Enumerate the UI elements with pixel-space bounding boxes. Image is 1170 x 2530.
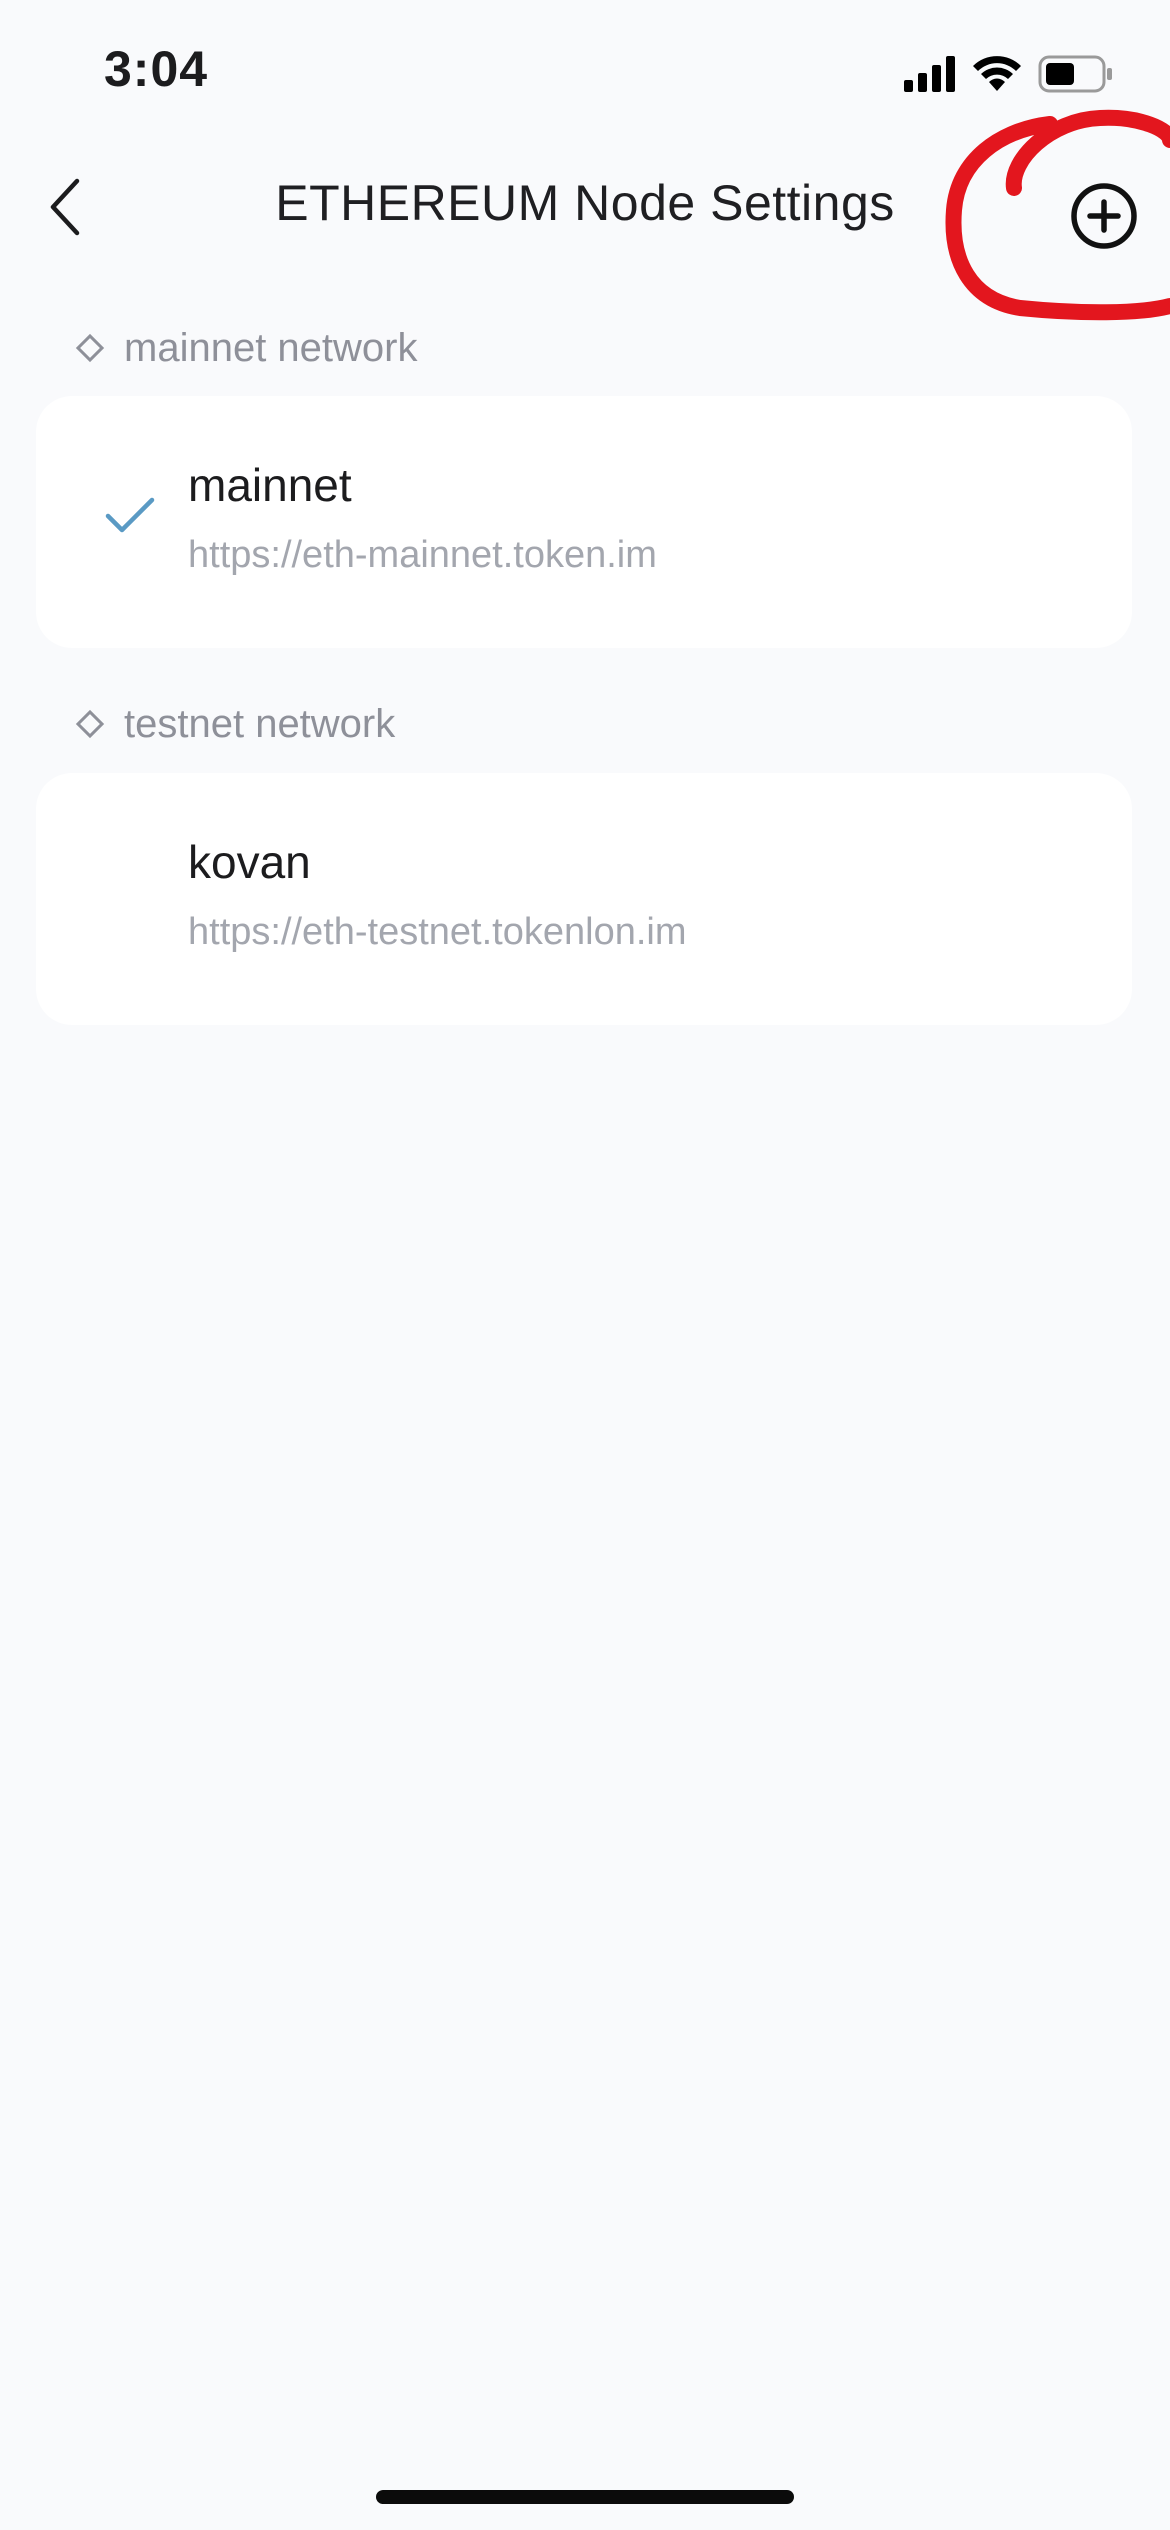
section-label: testnet network xyxy=(124,701,396,746)
node-name: mainnet xyxy=(188,459,352,511)
section-header-testnet: testnet network xyxy=(75,694,396,754)
status-icons xyxy=(904,52,1114,96)
status-bar: 3:04 xyxy=(0,0,1170,150)
add-node-button[interactable] xyxy=(1064,176,1144,256)
status-time: 3:04 xyxy=(104,41,209,97)
plus-circle-icon xyxy=(1071,183,1137,249)
nav-bar: ETHEREUM Node Settings xyxy=(0,150,1170,265)
section-label: mainnet network xyxy=(124,325,418,370)
node-item-mainnet[interactable]: mainnet https://eth-mainnet.token.im xyxy=(36,396,1132,648)
diamond-icon xyxy=(75,709,105,739)
section-header-mainnet: mainnet network xyxy=(75,318,418,378)
diamond-icon xyxy=(75,333,105,363)
checkmark-icon xyxy=(105,497,155,533)
node-url: https://eth-testnet.tokenlon.im xyxy=(188,911,687,953)
node-item-kovan[interactable]: kovan https://eth-testnet.tokenlon.im xyxy=(36,773,1132,1025)
page-title: ETHEREUM Node Settings xyxy=(275,175,895,231)
node-url: https://eth-mainnet.token.im xyxy=(188,534,657,576)
cellular-signal-icon xyxy=(904,56,955,92)
home-indicator xyxy=(376,2490,794,2504)
battery-icon xyxy=(1038,55,1112,93)
node-name: kovan xyxy=(188,836,311,888)
wifi-icon xyxy=(973,56,1021,91)
